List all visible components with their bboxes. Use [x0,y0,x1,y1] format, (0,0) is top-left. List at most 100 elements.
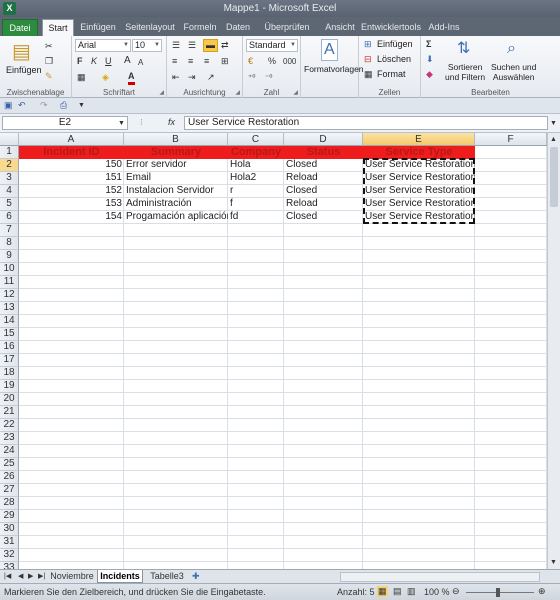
row-header-2[interactable]: 2 [0,159,19,172]
column-header-f[interactable]: F [475,133,547,146]
row-header-7[interactable]: 7 [0,224,19,237]
table-cell[interactable]: r [228,185,284,198]
table-cell[interactable]: Email [124,172,228,185]
new-sheet-icon[interactable]: ✚ [192,571,200,582]
table-cell[interactable]: 154 [19,211,124,224]
scroll-up-icon[interactable]: ▲ [550,134,557,145]
decrease-decimal-icon[interactable]: ⁻⁰ [265,72,272,83]
table-cell[interactable]: Reload [284,172,363,185]
format-cells-button[interactable]: Format [377,68,406,81]
table-cell[interactable]: Progamación aplicación [124,211,228,224]
customize-qat-icon[interactable]: ▼ [78,100,85,111]
row-header-29[interactable]: 29 [0,510,19,523]
font-color-button[interactable]: A [128,71,135,85]
align-middle-icon[interactable]: ☰ [188,40,196,51]
merge-cells-icon[interactable]: ⊞ [221,56,229,67]
table-cell[interactable]: Reload [284,198,363,211]
thousands-button[interactable]: 000 [283,56,296,67]
row-header-13[interactable]: 13 [0,302,19,315]
page-layout-view-icon[interactable]: ▤ [393,586,402,597]
copy-icon[interactable]: ❐ [45,56,53,67]
dialog-launcher-icon[interactable]: ◢ [159,89,164,96]
row-header-20[interactable]: 20 [0,393,19,406]
percent-button[interactable]: % [268,56,276,67]
increase-decimal-icon[interactable]: ⁺⁰ [248,72,255,83]
zoom-out-icon[interactable]: ⊖ [452,586,460,597]
sheet-tab-tabelle3[interactable]: Tabelle3 [146,570,188,583]
zoom-slider[interactable] [466,592,534,593]
row-header-5[interactable]: 5 [0,198,19,211]
align-top-icon[interactable]: ☰ [172,40,180,51]
delete-cells-button[interactable]: Löschen [377,53,411,66]
tab-file[interactable]: Datei [2,19,38,36]
name-box[interactable]: E2 [2,116,128,130]
sheet-tab-incidents[interactable]: Incidents [97,570,143,583]
table-cell[interactable]: Hola [228,159,284,172]
row-header-33[interactable]: 33 [0,562,19,569]
row-header-16[interactable]: 16 [0,341,19,354]
align-left-icon[interactable]: ≡ [172,56,177,67]
tab-addins[interactable]: Add-Ins [424,19,464,36]
page-break-view-icon[interactable]: ▥ [407,586,416,597]
italic-button[interactable]: K [91,56,97,67]
underline-button[interactable]: U [105,56,112,67]
dialog-launcher-icon[interactable]: ◢ [235,89,240,96]
tab-data[interactable]: Daten [222,19,254,36]
first-sheet-icon[interactable]: |◀ [4,571,11,582]
row-header-32[interactable]: 32 [0,549,19,562]
currency-icon[interactable]: € [248,56,253,67]
worksheet-grid[interactable]: A B C D E F 1 2 3 4 5 6 7 8 9 10 11 12 13 14 15 16 17 18 19 20 21 2… [0,133,560,569]
next-sheet-icon[interactable]: ▶ [28,571,33,582]
find-select-button[interactable]: Suchen und Auswählen [491,62,536,82]
tab-start[interactable]: Start [42,19,74,36]
table-cell[interactable]: Closed [284,159,363,172]
row-header-22[interactable]: 22 [0,419,19,432]
format-templates-button[interactable]: Formatvorlagen [304,63,364,76]
increase-indent-icon[interactable]: ⇥ [188,72,196,83]
table-cell[interactable]: fd [228,211,284,224]
select-all-corner[interactable] [0,133,19,146]
align-center-icon[interactable]: ≡ [188,56,193,67]
row-header-27[interactable]: 27 [0,484,19,497]
row-header-25[interactable]: 25 [0,458,19,471]
expand-formula-bar-icon[interactable]: ▼ [550,118,557,129]
font-name-combo[interactable]: Arial ▼ [75,39,131,52]
redo-icon[interactable]: ↷ [40,100,48,111]
dialog-launcher-icon[interactable]: ◢ [293,89,298,96]
text-orientation-icon[interactable]: ↗ [207,72,215,83]
column-header-c[interactable]: C [228,133,284,146]
decrease-indent-icon[interactable]: ⇤ [172,72,180,83]
zoom-level[interactable]: 100 % [424,584,450,600]
tab-view[interactable]: Ansicht [320,19,360,36]
bold-button[interactable]: F [77,56,83,67]
header-cell-d[interactable]: Status [284,146,363,159]
header-cell-c[interactable]: Company [228,146,284,159]
scroll-thumb[interactable] [550,147,558,207]
tab-formulas[interactable]: Formeln [182,19,218,36]
row-header-6[interactable]: 6 [0,211,19,224]
autosum-button[interactable]: Σ [426,39,431,50]
font-size-combo[interactable]: 10 ▼ [132,39,162,52]
row-header-28[interactable]: 28 [0,497,19,510]
row-header-9[interactable]: 9 [0,250,19,263]
row-header-12[interactable]: 12 [0,289,19,302]
sheet-tab-noviembre[interactable]: Noviembre [48,570,96,583]
row-header-26[interactable]: 26 [0,471,19,484]
print-preview-icon[interactable]: ⎙ [60,100,67,111]
row-header-23[interactable]: 23 [0,432,19,445]
column-header-b[interactable]: B [124,133,228,146]
row-header-30[interactable]: 30 [0,523,19,536]
undo-icon[interactable]: ↶ [18,100,26,111]
zoom-in-icon[interactable]: ⊕ [538,586,546,597]
sort-filter-button[interactable]: Sortieren und Filtern [445,62,485,82]
table-cell[interactable]: Closed [284,185,363,198]
border-icon[interactable]: ▦ [77,72,86,83]
insert-cells-button[interactable]: Einfügen [377,38,413,51]
table-cell[interactable]: 152 [19,185,124,198]
clear-icon[interactable]: ◆ [426,69,433,80]
row-header-21[interactable]: 21 [0,406,19,419]
tab-insert[interactable]: Einfügen [78,19,118,36]
header-cell-a[interactable]: Incident ID [19,146,124,159]
insert-function-button[interactable]: fx [168,117,175,128]
fill-icon[interactable]: ⬇ [426,54,434,65]
